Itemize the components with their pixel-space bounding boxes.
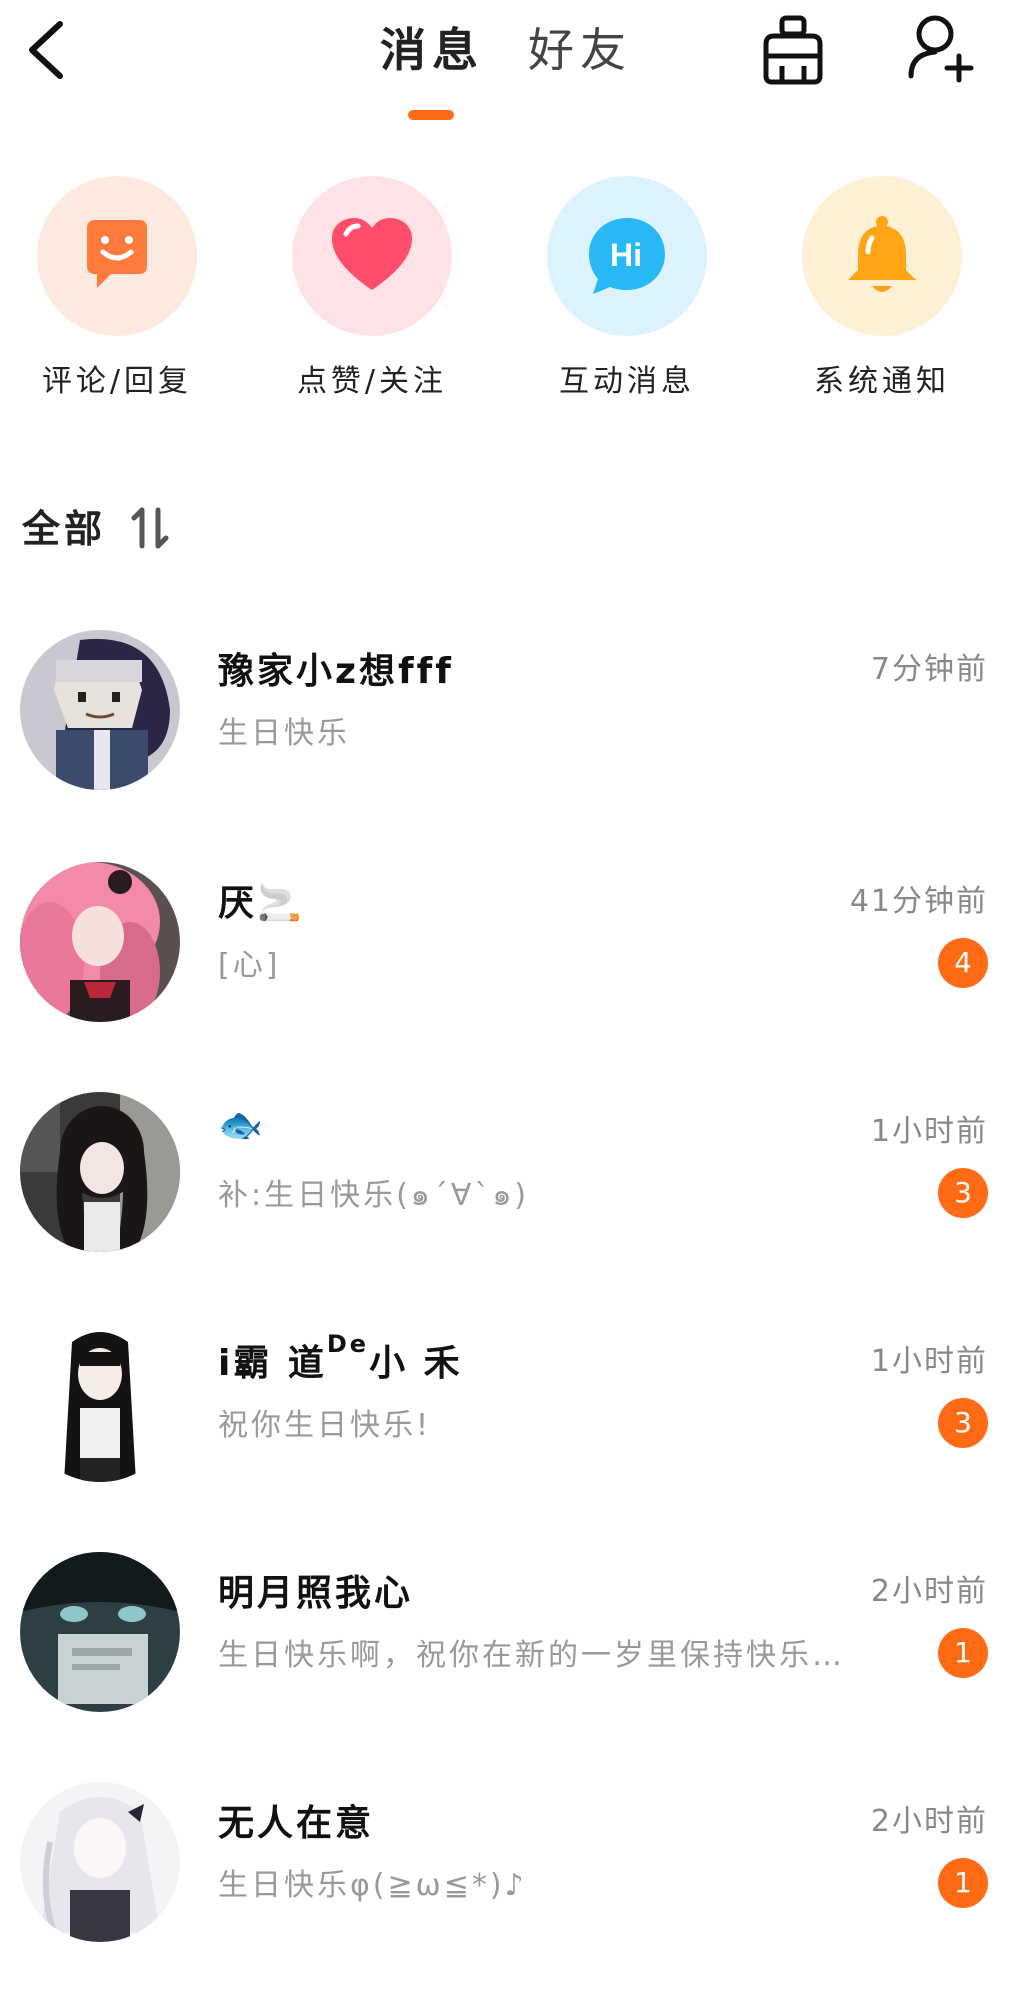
category-system-notices[interactable]: 系统通知 xyxy=(782,176,982,400)
conversation-preview: [心] xyxy=(218,948,281,983)
sort-icon xyxy=(131,507,169,549)
avatar[interactable] xyxy=(20,1782,180,1942)
avatar[interactable] xyxy=(20,862,180,1022)
conversation-preview: 生日快乐啊，祝你在新的一岁里保持快乐… xyxy=(218,1638,845,1673)
category-label: 互动消息 xyxy=(559,364,695,399)
category-icon-circle xyxy=(802,176,962,336)
avatar[interactable] xyxy=(20,1552,180,1712)
category-icon-circle xyxy=(37,176,197,336)
conversation-time: 2小时前 xyxy=(870,1574,988,1609)
conversation-name: i霸 道De小 禾 xyxy=(218,1330,463,1386)
back-button[interactable] xyxy=(18,18,78,82)
category-label: 点赞/关注 xyxy=(296,364,448,399)
conversation-item[interactable]: 明月照我心 2小时前 生日快乐啊，祝你在新的一岁里保持快乐… 1 xyxy=(0,1552,1010,1782)
conversation-item[interactable]: 无人在意 2小时前 生日快乐φ(≧ω≦*)♪ 1 xyxy=(0,1782,1010,2012)
conversation-name: 🐟 xyxy=(218,1105,266,1146)
category-label: 系统通知 xyxy=(814,364,950,399)
sort-button[interactable] xyxy=(128,506,172,550)
top-bar: 消息 好友 xyxy=(0,0,1010,130)
conversation-name: 豫家小z想fff xyxy=(218,651,454,692)
add-person-icon xyxy=(908,15,974,83)
hi-bubble-icon: Hi xyxy=(589,218,665,294)
unread-badge: 1 xyxy=(938,1628,988,1678)
section-title-all[interactable]: 全部 xyxy=(22,498,106,553)
avatar[interactable] xyxy=(20,1322,180,1482)
clean-button[interactable] xyxy=(758,14,830,86)
avatar[interactable] xyxy=(20,630,180,790)
conversation-time: 41分钟前 xyxy=(849,884,988,919)
conversation-preview: 生日快乐 xyxy=(218,716,350,751)
conversation-name: 厌🚬 xyxy=(218,883,305,924)
category-icon-circle: Hi xyxy=(547,176,707,336)
name-suffix: 小 禾 xyxy=(369,1343,463,1384)
chevron-left-icon xyxy=(29,21,63,79)
heart-icon xyxy=(332,218,412,290)
tab-friends[interactable]: 好友 xyxy=(528,14,632,80)
unread-badge: 3 xyxy=(938,1398,988,1448)
active-tab-indicator xyxy=(408,110,454,120)
category-icon-circle xyxy=(292,176,452,336)
conversation-preview: 祝你生日快乐! xyxy=(218,1408,432,1443)
conversation-time: 2小时前 xyxy=(870,1804,988,1839)
broom-icon xyxy=(763,15,823,85)
category-likes-follows[interactable]: 点赞/关注 xyxy=(272,176,472,400)
conversation-preview: 补:生日快乐(๑´∀`๑) xyxy=(218,1178,530,1213)
conversation-time: 7分钟前 xyxy=(870,652,988,687)
conversation-item[interactable]: 豫家小z想fff 7分钟前 生日快乐 xyxy=(0,630,1010,860)
conversation-item[interactable]: 厌🚬 41分钟前 [心] 4 xyxy=(0,862,1010,1092)
conversation-preview: 生日快乐φ(≧ω≦*)♪ xyxy=(218,1868,527,1903)
conversation-item[interactable]: i霸 道De小 禾 1小时前 祝你生日快乐! 3 xyxy=(0,1322,1010,1552)
conversation-name: 无人在意 xyxy=(218,1803,375,1844)
conversation-time: 1小时前 xyxy=(870,1114,988,1149)
name-superscript: De xyxy=(326,1330,370,1358)
category-label: 评论/回复 xyxy=(41,364,193,399)
category-comments-replies[interactable]: 评论/回复 xyxy=(17,176,217,400)
tab-messages[interactable]: 消息 xyxy=(380,14,484,80)
comment-smile-icon xyxy=(87,220,147,288)
bell-icon xyxy=(848,216,916,292)
unread-badge: 3 xyxy=(938,1168,988,1218)
svg-text:Hi: Hi xyxy=(610,237,642,273)
avatar[interactable] xyxy=(20,1092,180,1252)
unread-badge: 1 xyxy=(938,1858,988,1908)
category-interactions[interactable]: Hi 互动消息 xyxy=(527,176,727,400)
conversation-name: 明月照我心 xyxy=(218,1573,414,1614)
name-prefix: i霸 道 xyxy=(218,1343,327,1384)
unread-badge: 4 xyxy=(938,938,988,988)
conversation-time: 1小时前 xyxy=(870,1344,988,1379)
add-friend-button[interactable] xyxy=(905,12,977,84)
conversation-item[interactable]: 🐟 1小时前 补:生日快乐(๑´∀`๑) 3 xyxy=(0,1092,1010,1322)
